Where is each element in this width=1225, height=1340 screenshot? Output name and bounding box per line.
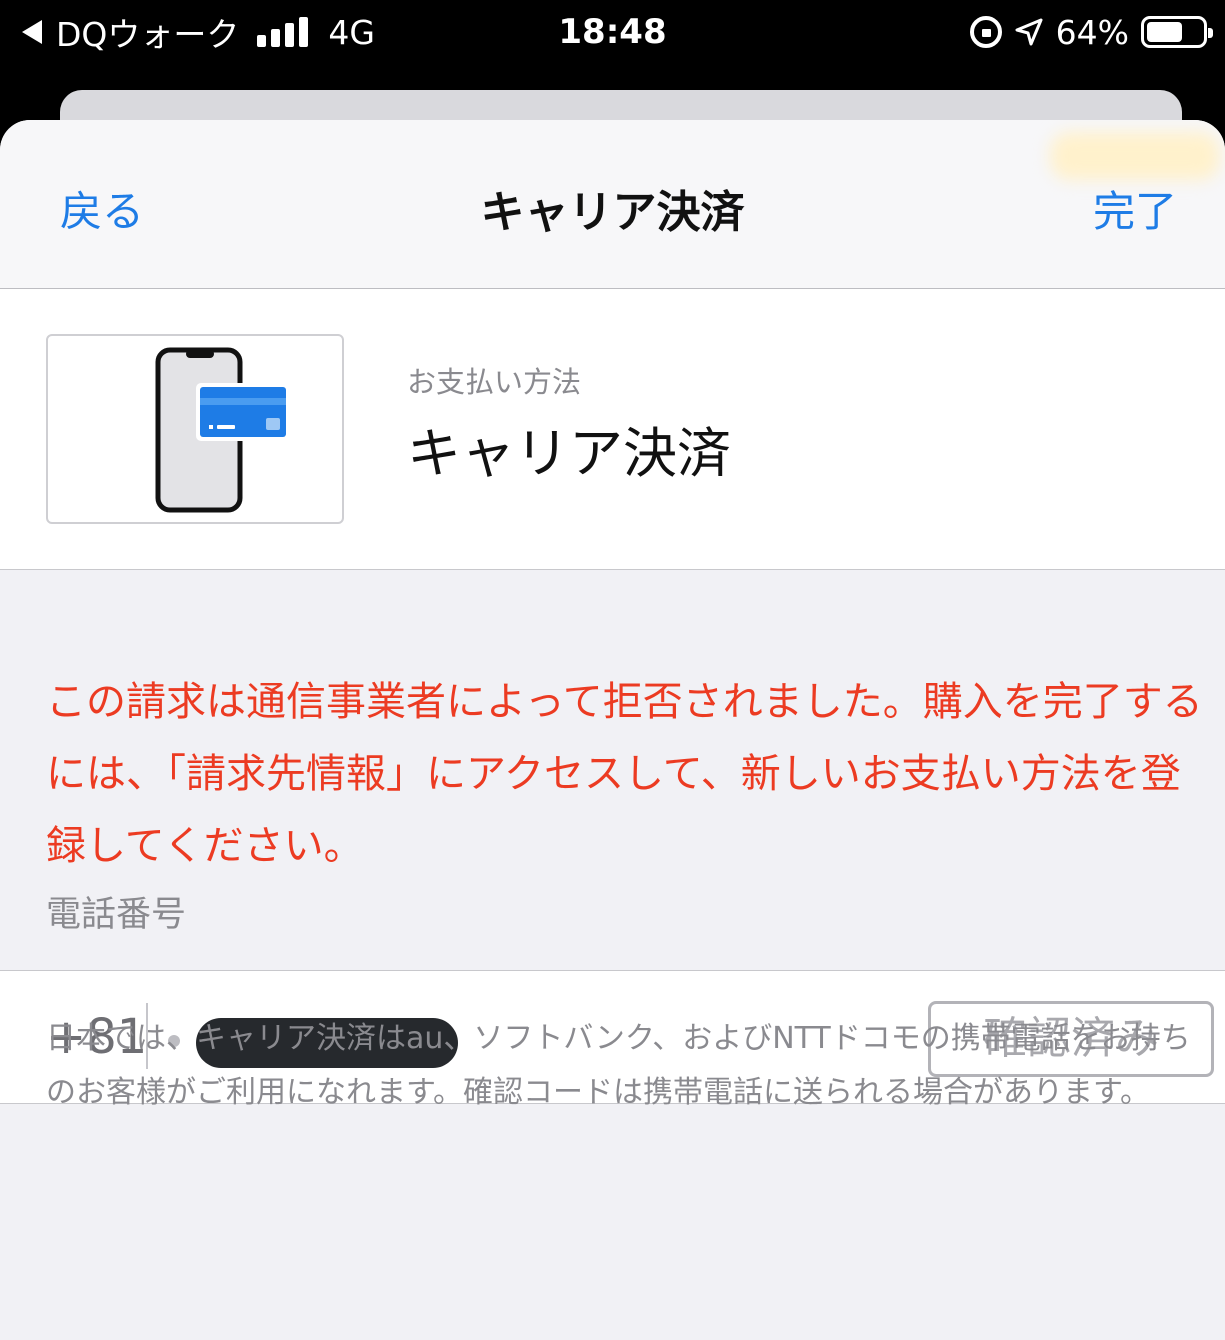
footer-note: 日本では、キャリア決済はau、ソフトバンク、およびNTTドコモの携帯電話をお持ち… [46,1021,1191,1110]
battery-percent: 64% [1055,12,1129,52]
location-arrow-icon [1015,18,1043,46]
error-message: この請求は通信事業者によって拒否されました。購入を完了するには、「請求先情報」に… [46,679,1203,869]
signal-bars-icon [257,17,309,47]
blurred-overlay [1050,132,1220,180]
network-type: 4G [328,12,375,52]
back-button[interactable]: 戻る [60,178,144,239]
payment-method-caption: お支払い方法 [407,365,582,399]
status-bar: DQウォーク 4G 18:48 64% [0,0,1225,66]
status-bar-left[interactable]: DQウォーク 4G [22,10,375,54]
phone-card-icon [155,347,290,513]
battery-icon [1141,16,1213,48]
orientation-lock-icon [969,16,1002,48]
phone-number-label: 電話番号 [46,895,187,935]
done-button[interactable]: 完了 [1093,178,1177,239]
payment-method-row: お支払い方法 キャリア決済 [0,289,1225,570]
back-app-label[interactable]: DQウォーク [56,8,239,56]
carrier-billing-sheet: 戻る キャリア決済 完了 お支払い方法 キャリア決済 この請求は通信事業者によっ… [0,120,1225,1340]
navigation-bar: 戻る キャリア決済 完了 [0,120,1225,289]
status-bar-right: 64% [969,10,1213,54]
back-triangle-icon [22,20,42,44]
payment-method-thumbnail [46,334,344,524]
payment-method-name: キャリア決済 [407,422,731,485]
page-title: キャリア決済 [480,187,745,238]
error-section: この請求は通信事業者によって拒否されました。購入を完了するには、「請求先情報」に… [0,570,1225,970]
